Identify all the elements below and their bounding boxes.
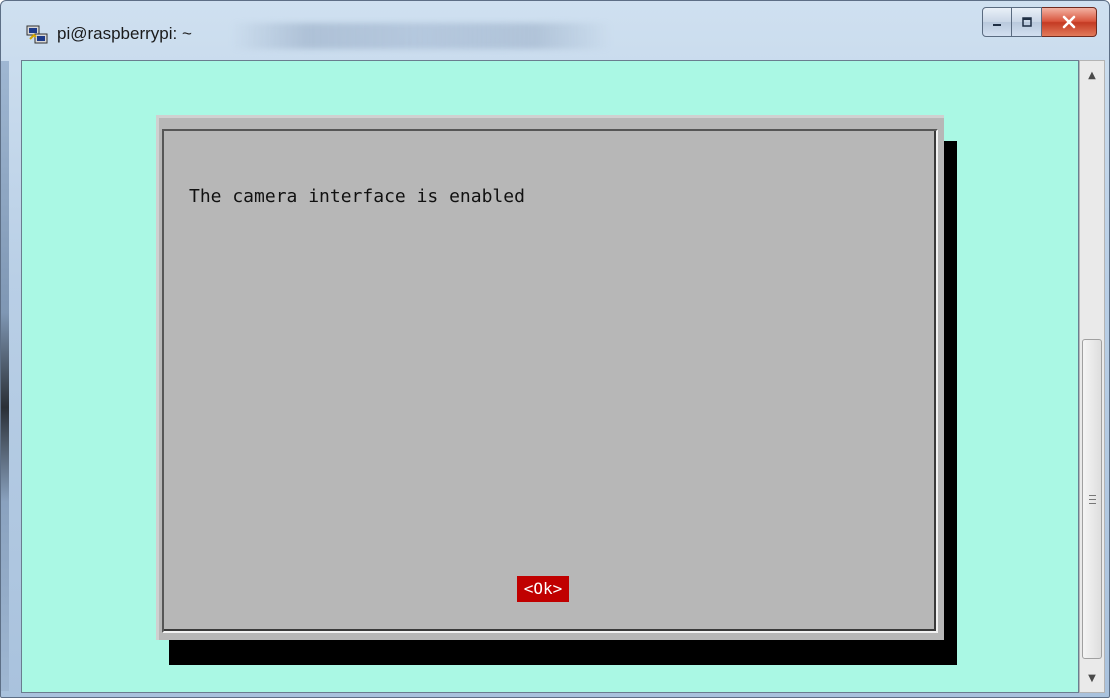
message-dialog: The camera interface is enabled <Ok>: [156, 115, 944, 640]
grip-icon: [1088, 494, 1096, 504]
terminal-area[interactable]: The camera interface is enabled <Ok>: [21, 60, 1079, 693]
putty-window: pi@raspberrypi: ~ The camera interface i…: [0, 0, 1110, 698]
close-icon: [1062, 15, 1076, 29]
scroll-down-icon[interactable]: ▼: [1080, 666, 1104, 690]
maximize-icon: [1021, 17, 1032, 27]
scroll-up-icon[interactable]: ▲: [1080, 63, 1104, 87]
window-left-edge: [1, 61, 9, 691]
dialog-frame: The camera interface is enabled <Ok>: [162, 129, 938, 633]
putty-icon[interactable]: [25, 23, 49, 47]
title-bar[interactable]: pi@raspberrypi: ~: [1, 1, 1109, 59]
window-controls: [982, 7, 1097, 37]
ok-button[interactable]: <Ok>: [517, 576, 569, 602]
vertical-scrollbar[interactable]: ▲ ▼: [1079, 60, 1105, 693]
window-title: pi@raspberrypi: ~: [57, 24, 192, 43]
title-bar-blur: [231, 23, 611, 49]
dialog-message: The camera interface is enabled: [189, 186, 525, 207]
scroll-thumb[interactable]: [1082, 339, 1102, 659]
minimize-icon: [993, 24, 1001, 26]
maximize-button[interactable]: [1012, 7, 1042, 37]
close-button[interactable]: [1042, 7, 1097, 37]
minimize-button[interactable]: [982, 7, 1012, 37]
